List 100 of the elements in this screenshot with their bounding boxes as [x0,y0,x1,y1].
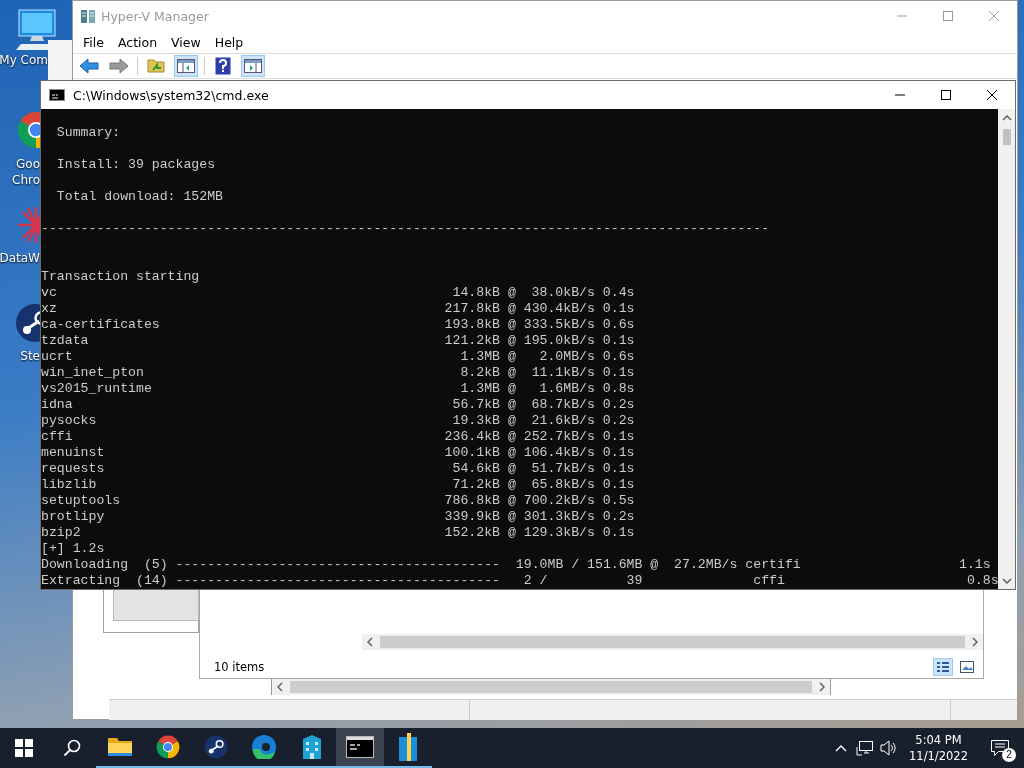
package-stats: 121.2kB @ 195.0kB/s 0.1s [444,333,635,349]
menu-item[interactable]: Help [207,32,251,52]
package-stats: 786.8kB @ 700.2kB/s 0.5s [444,493,635,509]
desktop-icon-label[interactable]: Ste [20,348,40,364]
package-stats: 19.3kB @ 21.6kB/s 0.2s [452,413,635,429]
desktop-icon-label[interactable]: Chro [12,172,40,188]
chevron-left-icon [367,637,373,647]
package-name: menuinst [41,445,105,461]
minimize-icon [897,15,907,17]
chevron-down-icon [1001,578,1012,584]
close-icon [989,11,999,21]
desktop-icon-label[interactable]: DataW [0,250,40,266]
package-stats: 236.4kB @ 252.7kB/s 0.1s [444,429,635,445]
starburst-icon [16,206,40,244]
chevron-up-icon [1001,115,1012,121]
search-icon [63,739,81,757]
terminal-line: Total download: 152MB [55,189,224,205]
desktop-icon-label[interactable]: My Com [0,52,48,68]
package-name: bzip2 [41,525,81,541]
package-name: win_inet_pton [41,365,144,381]
package-name: ca-certificates [41,317,160,333]
menu-item[interactable]: View [164,32,208,52]
package-stats: 193.8kB @ 333.5kB/s 0.6s [444,317,635,333]
progress-line: Extracting (14) ----------------------------------------- 2 / 39 cffi 0.8s [41,573,998,589]
minimize-icon [895,94,905,96]
menu-item[interactable]: File [76,32,111,52]
desktop-icon-label[interactable]: Goo [16,156,40,172]
pane-icon [177,59,195,73]
details-view-button[interactable] [933,658,953,676]
package-stats: 100.1kB @ 106.4kB/s 0.1s [444,445,635,461]
windows-logo-icon [15,739,33,757]
package-name: setuptools [41,493,121,509]
terminal-line: Transaction starting [41,269,200,285]
server-icon [81,9,95,23]
chevron-right-icon [819,682,825,692]
pane-toggle-button[interactable] [241,55,265,77]
notification-badge: 2 [1002,748,1016,762]
package-name: vc [41,285,57,301]
back-arrow-icon [79,58,99,74]
package-name: idna [41,397,73,413]
list-icon [937,662,949,672]
package-name: tzdata [41,333,89,349]
back-button[interactable] [77,55,101,77]
package-stats: 1.3MB @ 2.0MB/s 0.6s [460,349,635,365]
package-name: requests [41,461,105,477]
close-icon [987,90,997,100]
terminal-line: [+] 1.2s [41,541,105,557]
pane-icon [244,59,262,73]
horizontal-scrollbar[interactable] [272,679,830,695]
package-name: brotlipy [41,509,105,525]
package-name: libzlib [41,477,97,493]
taskbar-app[interactable] [336,728,384,768]
package-name: ucrt [41,349,73,365]
package-stats: 152.2kB @ 129.3kB/s 0.1s [444,525,635,541]
chevron-right-icon [972,637,978,647]
package-stats: 71.2kB @ 65.8kB/s 0.1s [452,477,635,493]
progress-line: Downloading (5) ----------------------------------------- 19.0MB / 151.6MB @ 27.2MB/s certifi 1.1s [41,557,991,573]
notifications-button[interactable]: 2 [976,728,1024,768]
image-icon [960,661,974,673]
package-name: vs2015_runtime [41,381,152,397]
preview-view-button[interactable] [957,658,977,676]
item-count: 10 items [214,660,265,674]
window-title: Hyper-V Manager [101,8,209,24]
terminal-line: -------------------------------------------------------------------------------------------- [41,221,770,237]
forward-button[interactable] [107,55,131,77]
package-name: pysocks [41,413,97,429]
package-stats: 8.2kB @ 11.1kB/s 0.1s [460,365,635,381]
terminal-icon [346,736,374,758]
package-name: cffi [41,429,73,445]
package-name: xz [41,301,57,317]
message-icon [990,739,1010,757]
maximize-icon [943,11,953,21]
pane-toggle-button[interactable] [174,55,198,77]
network-icon [856,740,875,756]
package-stats: 56.7kB @ 68.7kB/s 0.2s [452,397,635,413]
folder-icon [107,737,133,757]
help-icon [215,57,231,75]
clock[interactable]: 5:04 PM 11/1/2022 [901,728,976,768]
volume-icon [880,740,899,756]
window-title: C:\Windows\system32\cmd.exe [73,87,269,103]
building-icon [303,735,321,759]
terminal-line: Summary: [55,125,121,141]
package-stats: 217.8kB @ 430.4kB/s 0.1s [444,301,635,317]
package-stats: 1.3MB @ 1.6MB/s 0.8s [460,381,635,397]
terminal-line: Install: 39 packages [55,157,216,173]
chevron-up-icon [835,744,848,752]
menu-item[interactable]: Action [110,32,165,52]
vertical-scrollbar[interactable] [998,109,1015,589]
archive-icon [398,733,418,761]
maximize-icon [941,90,951,100]
forward-arrow-icon [109,58,129,74]
terminal-icon [49,89,65,101]
package-stats: 54.6kB @ 51.7kB/s 0.1s [452,461,635,477]
folder-icon [147,59,165,73]
scrollbar-thumb[interactable] [1002,129,1011,145]
chrome-icon [156,735,180,759]
horizontal-scrollbar[interactable] [362,634,983,650]
chevron-left-icon [277,682,283,692]
package-stats: 14.8kB @ 38.0kB/s 0.4s [452,285,635,301]
package-stats: 339.9kB @ 301.3kB/s 0.2s [444,509,635,525]
